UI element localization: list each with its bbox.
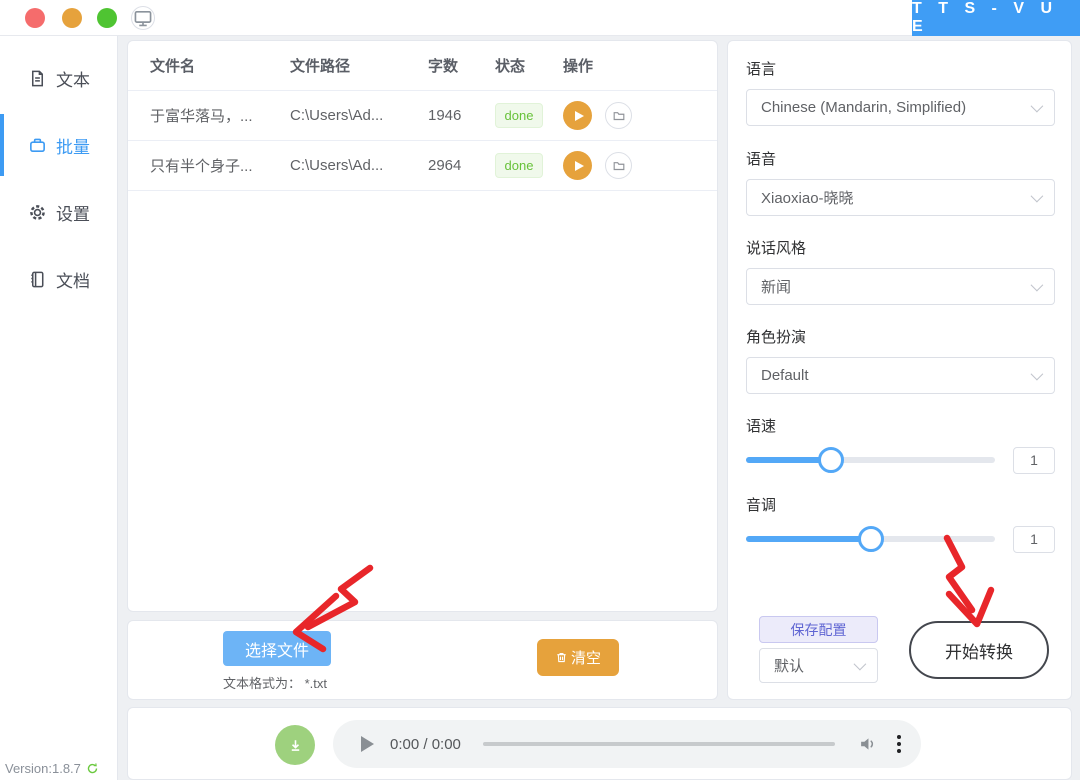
audio-player: 0:00 / 0:00 (333, 720, 921, 768)
batch-icon (28, 136, 47, 155)
maximize-button[interactable] (97, 8, 117, 28)
play-icon (575, 161, 584, 171)
audio-player-bar: 0:00 / 0:00 (127, 707, 1072, 780)
style-label: 说话风格 (746, 237, 1055, 258)
voice-value: Xiaoxiao-晓晓 (761, 187, 854, 208)
version-label: Version:1.8.7 (5, 761, 99, 776)
pitch-slider-fill (746, 536, 871, 542)
folder-icon (612, 159, 626, 173)
play-audio-button[interactable] (563, 151, 592, 180)
clear-button-label: 清空 (571, 647, 601, 668)
clear-button[interactable]: 清空 (537, 639, 619, 676)
chevron-down-icon (1031, 100, 1044, 113)
voice-label: 语音 (746, 148, 1055, 169)
monitor-icon (132, 7, 154, 29)
play-icon (575, 111, 584, 121)
player-play-button[interactable] (361, 736, 374, 752)
tts-settings-panel: 语言 Chinese (Mandarin, Simplified) 语音 Xia… (727, 40, 1072, 700)
file-name: 只有半个身子... (150, 155, 290, 176)
role-label: 角色扮演 (746, 326, 1055, 347)
sidebar-item-batch[interactable]: 批量 (0, 123, 118, 167)
monitor-icon[interactable] (131, 6, 155, 30)
col-actions: 操作 (563, 55, 717, 76)
folder-icon (612, 109, 626, 123)
speed-label: 语速 (746, 415, 1055, 436)
open-folder-button[interactable] (605, 152, 632, 179)
role-value: Default (761, 367, 809, 384)
open-folder-button[interactable] (605, 102, 632, 129)
refresh-icon[interactable] (86, 762, 99, 775)
player-time: 0:00 / 0:00 (390, 736, 461, 753)
style-select[interactable]: 新闻 (746, 268, 1055, 305)
version-text: Version:1.8.7 (5, 761, 81, 776)
sidebar-item-label: 文本 (56, 66, 90, 91)
player-progress-bar[interactable] (483, 742, 835, 746)
save-config-button[interactable]: 保存配置 (759, 616, 878, 643)
col-filepath: 文件路径 (290, 55, 428, 76)
file-select-section: 选择文件 文本格式为： *.txt 清空 (127, 620, 718, 700)
download-audio-button[interactable] (275, 725, 315, 765)
style-value: 新闻 (761, 276, 791, 297)
speed-slider-handle[interactable] (818, 447, 844, 473)
sidebar-item-docs[interactable]: 文档 (0, 257, 118, 301)
minimize-button[interactable] (62, 8, 82, 28)
sidebar-item-text[interactable]: 文本 (0, 56, 118, 100)
config-select[interactable]: 默认 (759, 648, 878, 683)
pitch-label: 音调 (746, 494, 1055, 515)
sidebar-item-label: 批量 (56, 133, 90, 158)
word-count: 2964 (428, 157, 495, 174)
language-select[interactable]: Chinese (Mandarin, Simplified) (746, 89, 1055, 126)
close-button[interactable] (25, 8, 45, 28)
col-status: 状态 (495, 55, 563, 76)
status-badge: done (495, 153, 543, 178)
language-value: Chinese (Mandarin, Simplified) (761, 99, 966, 116)
sidebar: 文本 批量 设置 文档 Version:1.8.7 (0, 36, 118, 780)
document-icon (28, 69, 47, 88)
file-name: 于富华落马，... (150, 105, 290, 126)
chevron-down-icon (1031, 368, 1044, 381)
player-menu-button[interactable] (897, 735, 901, 753)
table-header-row: 文件名 文件路径 字数 状态 操作 (128, 41, 717, 91)
batch-file-table: 文件名 文件路径 字数 状态 操作 于富华落马，... C:\Users\Ad.… (127, 40, 718, 612)
start-convert-button[interactable]: 开始转换 (909, 621, 1049, 679)
col-filename: 文件名 (150, 55, 290, 76)
speed-value-input[interactable]: 1 (1013, 447, 1055, 474)
pitch-value-input[interactable]: 1 (1013, 526, 1055, 553)
title-bar: T T S - V U E (0, 0, 1080, 36)
chevron-down-icon (1031, 190, 1044, 203)
sidebar-item-label: 设置 (56, 200, 90, 225)
app-logo: T T S - V U E (912, 0, 1080, 36)
trash-icon (555, 651, 568, 664)
role-select[interactable]: Default (746, 357, 1055, 394)
sidebar-item-label: 文档 (56, 267, 90, 292)
file-path: C:\Users\Ad... (290, 157, 428, 174)
chevron-down-icon (1031, 279, 1044, 292)
table-row: 只有半个身子... C:\Users\Ad... 2964 done (128, 141, 717, 191)
table-row: 于富华落马，... C:\Users\Ad... 1946 done (128, 91, 717, 141)
pitch-slider-handle[interactable] (858, 526, 884, 552)
select-file-button[interactable]: 选择文件 (223, 631, 331, 666)
format-hint: 文本格式为： *.txt (223, 673, 327, 692)
col-wordcount: 字数 (428, 55, 495, 76)
play-audio-button[interactable] (563, 101, 592, 130)
language-label: 语言 (746, 58, 1055, 79)
sidebar-item-settings[interactable]: 设置 (0, 190, 118, 234)
download-icon (287, 737, 304, 754)
word-count: 1946 (428, 107, 495, 124)
file-path: C:\Users\Ad... (290, 107, 428, 124)
speed-slider[interactable] (746, 457, 995, 463)
status-badge: done (495, 103, 543, 128)
volume-icon (857, 733, 879, 755)
voice-select[interactable]: Xiaoxiao-晓晓 (746, 179, 1055, 216)
config-value: 默认 (774, 655, 804, 676)
gear-icon (28, 203, 47, 222)
chevron-down-icon (854, 658, 867, 671)
pitch-slider[interactable] (746, 536, 995, 542)
volume-icon[interactable] (857, 733, 879, 755)
book-icon (28, 270, 47, 289)
